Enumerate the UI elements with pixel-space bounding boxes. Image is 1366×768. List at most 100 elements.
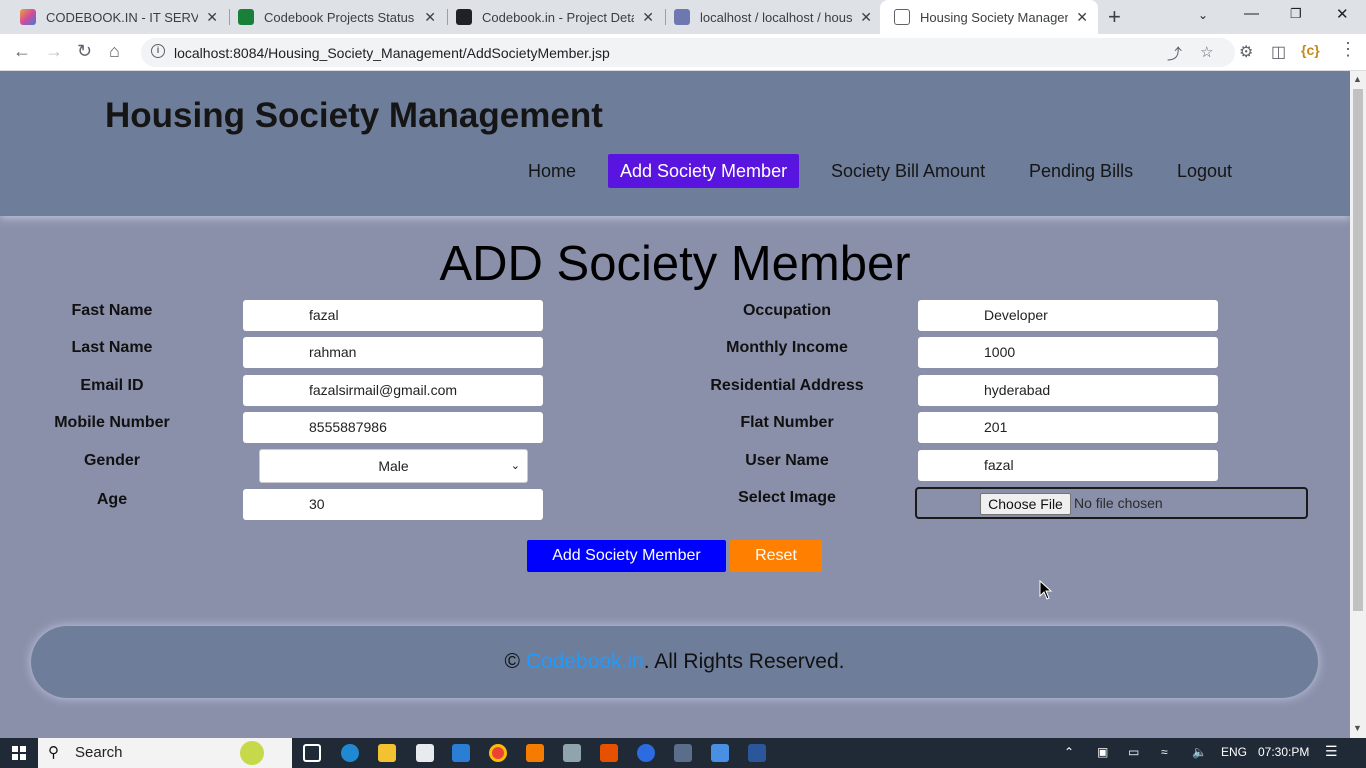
- wifi-icon[interactable]: ≈: [1161, 745, 1168, 759]
- url-text[interactable]: localhost:8084/Housing_Society_Managemen…: [174, 45, 610, 61]
- flat-number-input[interactable]: 201: [918, 412, 1218, 443]
- add-society-member-button[interactable]: Add Society Member: [527, 540, 726, 572]
- image-file-input[interactable]: Choose File No file chosen: [915, 487, 1308, 519]
- tab-search-chevron-icon[interactable]: ⌄: [1198, 8, 1208, 22]
- close-icon[interactable]: ✕: [860, 9, 872, 26]
- app-window-icon[interactable]: [563, 744, 581, 762]
- mouse-cursor-icon: [1039, 580, 1053, 600]
- browser-tab-phpmyadmin[interactable]: localhost / localhost / housin ✕: [660, 0, 882, 34]
- user-name-input[interactable]: fazal: [918, 450, 1218, 481]
- page-scrollbar[interactable]: ▲ ▼: [1350, 71, 1366, 738]
- word-icon[interactable]: [748, 744, 766, 762]
- edge-icon[interactable]: [341, 744, 359, 762]
- mobile-input[interactable]: 8555887986: [243, 412, 543, 443]
- taskbar-search[interactable]: ⚲ Search: [38, 738, 292, 768]
- tab-title: localhost / localhost / housin: [700, 9, 853, 25]
- gender-select[interactable]: Male ⌄: [259, 449, 528, 483]
- choose-file-button[interactable]: Choose File: [980, 493, 1071, 515]
- brave-icon[interactable]: [600, 744, 618, 762]
- chrome-icon[interactable]: [489, 744, 507, 762]
- page-viewport: Housing Society Management Home Add Soci…: [0, 71, 1350, 738]
- window-close-icon[interactable]: ✕: [1336, 5, 1349, 23]
- codebook-extension-icon[interactable]: {c}: [1301, 42, 1320, 58]
- page-favicon-icon: [894, 9, 910, 25]
- side-panel-icon[interactable]: ◫: [1271, 42, 1286, 62]
- codebook-link[interactable]: Codebook.in: [526, 650, 644, 673]
- close-icon[interactable]: ✕: [642, 9, 654, 26]
- residential-address-input[interactable]: hyderabad: [918, 375, 1218, 406]
- nav-society-bill-amount[interactable]: Society Bill Amount: [819, 154, 997, 188]
- task-view-icon[interactable]: [303, 744, 321, 762]
- back-icon[interactable]: ←: [13, 41, 31, 62]
- restore-icon[interactable]: ❐: [1290, 6, 1302, 22]
- file-explorer-icon[interactable]: [378, 744, 396, 762]
- browser-tab-project-details[interactable]: Codebook.in - Project Details ✕: [442, 0, 664, 34]
- site-title: Housing Society Management: [105, 96, 603, 135]
- codebook-favicon-icon: [20, 9, 36, 25]
- gender-label: Gender: [83, 452, 140, 469]
- battery-icon[interactable]: ▭: [1128, 745, 1139, 759]
- scroll-up-arrow-icon[interactable]: ▲: [1353, 74, 1362, 84]
- minimize-icon[interactable]: —: [1244, 5, 1259, 22]
- windows-start-icon[interactable]: [12, 746, 26, 760]
- store-icon[interactable]: [416, 744, 434, 762]
- volume-icon[interactable]: 🔈: [1192, 745, 1207, 759]
- email-label: Email ID: [80, 377, 144, 394]
- box-app-icon[interactable]: [711, 744, 729, 762]
- show-hidden-icons-chevron-icon[interactable]: ⌃: [1064, 745, 1074, 759]
- first-name-label: Fast Name: [71, 302, 153, 319]
- site-info-icon[interactable]: i: [151, 44, 165, 58]
- forward-icon[interactable]: →: [45, 41, 63, 62]
- new-tab-icon[interactable]: +: [1108, 4, 1121, 30]
- clock[interactable]: 07:30:PM: [1258, 745, 1309, 759]
- scroll-down-arrow-icon[interactable]: ▼: [1353, 723, 1362, 733]
- phpmyadmin-favicon-icon: [674, 9, 690, 25]
- zoom-icon[interactable]: [637, 744, 655, 762]
- screen-tool-icon[interactable]: [674, 744, 692, 762]
- tab-title: Codebook.in - Project Details: [482, 9, 635, 25]
- first-name-input[interactable]: fazal: [243, 300, 543, 331]
- site-footer: © Codebook.in. All Rights Reserved.: [31, 626, 1318, 698]
- reset-button[interactable]: Reset: [730, 540, 822, 572]
- site-header: Housing Society Management Home Add Soci…: [0, 71, 1350, 216]
- age-input[interactable]: 30: [243, 489, 543, 520]
- copyright-prefix: ©: [504, 650, 526, 673]
- last-name-label: Last Name: [71, 339, 153, 356]
- nav-home[interactable]: Home: [516, 154, 588, 188]
- last-name-input[interactable]: rahman: [243, 337, 543, 368]
- vscode-icon[interactable]: [452, 744, 470, 762]
- browser-tab-codebook-services[interactable]: CODEBOOK.IN - IT SERVICES ✕: [6, 0, 228, 34]
- search-tool-icon[interactable]: [526, 744, 544, 762]
- reload-icon[interactable]: ↻: [77, 41, 92, 62]
- language-indicator[interactable]: ENG: [1221, 745, 1247, 759]
- nav-logout[interactable]: Logout: [1165, 154, 1244, 188]
- close-icon[interactable]: ✕: [1076, 9, 1088, 26]
- close-icon[interactable]: ✕: [424, 9, 436, 26]
- nav-pending-bills[interactable]: Pending Bills: [1017, 154, 1145, 188]
- extensions-puzzle-icon[interactable]: ⚙: [1239, 42, 1253, 62]
- nav-add-society-member[interactable]: Add Society Member: [608, 154, 800, 188]
- search-icon: ⚲: [48, 744, 59, 761]
- close-icon[interactable]: ✕: [206, 9, 218, 26]
- browser-tab-housing-society[interactable]: Housing Society Managemen ✕: [880, 0, 1098, 34]
- tab-title: CODEBOOK.IN - IT SERVICES: [46, 9, 199, 25]
- email-input[interactable]: fazalsirmail@gmail.com: [243, 375, 543, 406]
- copyright-suffix: . All Rights Reserved.: [643, 650, 845, 673]
- tab-title: Codebook Projects Status Re: [264, 9, 416, 25]
- gender-selected-value: Male: [378, 458, 409, 474]
- tab-title: Housing Society Managemen: [920, 9, 1068, 25]
- scrollbar-thumb[interactable]: [1353, 89, 1363, 611]
- page-heading: ADD Society Member: [439, 237, 911, 291]
- browser-tab-project-status[interactable]: Codebook Projects Status Re ✕: [224, 0, 446, 34]
- browser-menu-icon[interactable]: ⋮: [1339, 39, 1357, 60]
- monthly-income-label: Monthly Income: [726, 339, 848, 356]
- taskbar-search-placeholder: Search: [75, 744, 123, 761]
- notifications-icon[interactable]: ☰: [1325, 743, 1338, 760]
- share-icon[interactable]: ⤴: [1167, 43, 1182, 64]
- home-icon[interactable]: ⌂: [109, 41, 120, 62]
- address-bar[interactable]: i localhost:8084/Housing_Society_Managem…: [141, 38, 1235, 67]
- monthly-income-input[interactable]: 1000: [918, 337, 1218, 368]
- occupation-input[interactable]: Developer: [918, 300, 1218, 331]
- camera-icon[interactable]: ▣: [1097, 745, 1108, 759]
- bookmark-star-icon[interactable]: ☆: [1200, 43, 1213, 61]
